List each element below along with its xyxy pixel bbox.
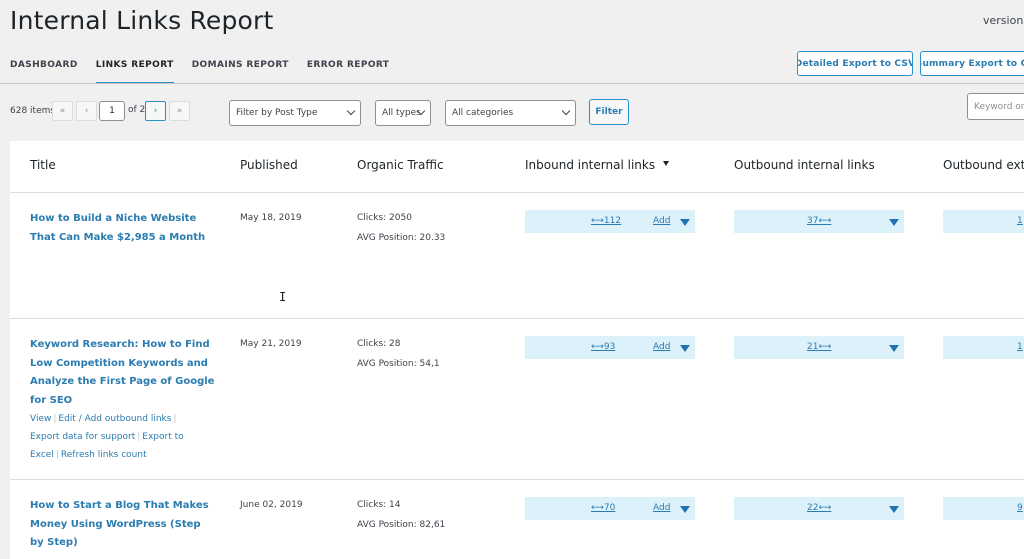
filter-toolbar: 628 items « ‹ 1 of 2 › » Filter by Post … [0, 93, 1024, 129]
export-support-link[interactable]: Export data for support [30, 432, 135, 442]
categories-select[interactable]: All categories [445, 100, 576, 126]
outbound-external-count[interactable]: 1 [1017, 216, 1023, 226]
types-select[interactable]: All types [375, 100, 431, 126]
tabs-divider [0, 83, 1024, 84]
tab-links-report[interactable]: LINKS REPORT [95, 58, 174, 84]
column-outbound-external[interactable]: Outbound exte [943, 158, 1024, 172]
filter-button[interactable]: Filter [589, 99, 629, 125]
table-row: How to Build a Niche Website That Can Ma… [10, 193, 1024, 319]
inbound-links-bar: ⟷93 Add [525, 336, 695, 359]
view-link[interactable]: View [30, 414, 51, 424]
table-header: Title Published Organic Traffic Inbound … [10, 141, 1024, 193]
clicks-value: Clicks: 2050 [357, 213, 412, 223]
column-title[interactable]: Title [30, 158, 56, 172]
page: Internal Links Report version 1. DASHBOA… [0, 0, 1024, 559]
version-label: version 1. [983, 14, 1024, 27]
table-row: Keyword Research: How to Find Low Compet… [10, 319, 1024, 480]
outbound-external-count[interactable]: 9 [1017, 503, 1023, 513]
detailed-export-button[interactable]: Detailed Export to CSV [797, 51, 913, 76]
search-input[interactable]: Keyword or U [967, 93, 1024, 120]
row-actions: View | Edit / Add outbound links | Export d… [30, 410, 205, 464]
items-count: 628 items [10, 106, 56, 116]
published-date: June 02, 2019 [240, 500, 303, 510]
page-title: Internal Links Report [10, 6, 274, 35]
column-outbound-links[interactable]: Outbound internal links [734, 158, 875, 172]
export-to-excel-link[interactable]: Export to [142, 432, 183, 442]
categories-select-value: All categories [452, 108, 514, 118]
inbound-links-bar: ⟷112 Add [525, 210, 695, 233]
clicks-value: Clicks: 28 [357, 339, 401, 349]
links-table: Title Published Organic Traffic Inbound … [10, 141, 1024, 559]
outbound-external-count[interactable]: 1 [1017, 342, 1023, 352]
first-page-button[interactable]: « [52, 101, 73, 121]
post-title-link[interactable]: How to Start a Blog That Makes Money Usi… [30, 497, 215, 553]
next-page-button[interactable]: › [145, 101, 166, 121]
inbound-links-count[interactable]: ⟷93 [591, 342, 615, 352]
column-inbound-links[interactable]: Inbound internal links [525, 158, 670, 172]
post-title-link[interactable]: How to Build a Niche Website That Can Ma… [30, 210, 215, 247]
caret-down-icon[interactable] [680, 219, 690, 226]
outbound-links-bar: 37⟷ [734, 210, 904, 233]
outbound-external-bar: 9 [943, 497, 1024, 520]
last-page-button[interactable]: » [169, 101, 190, 121]
caret-down-icon[interactable] [889, 219, 899, 226]
separator: | [173, 414, 177, 424]
clicks-value: Clicks: 14 [357, 500, 401, 510]
published-date: May 21, 2019 [240, 339, 302, 349]
current-page-input[interactable]: 1 [99, 101, 125, 121]
column-organic-traffic[interactable]: Organic Traffic [357, 158, 444, 172]
outbound-links-count[interactable]: 22⟷ [807, 503, 831, 513]
inbound-links-count[interactable]: ⟷70 [591, 503, 615, 513]
organic-traffic: Clicks: 28 AVG Position: 54,1 [357, 334, 440, 374]
outbound-external-bar: 1 [943, 210, 1024, 233]
outbound-links-count[interactable]: 21⟷ [807, 342, 831, 352]
report-tabs: DASHBOARD LINKS REPORT DOMAINS REPORT ER… [10, 58, 407, 84]
add-inbound-link[interactable]: Add [653, 503, 670, 513]
sort-desc-icon [663, 161, 670, 166]
outbound-links-count[interactable]: 37⟷ [807, 216, 831, 226]
export-to-excel-link-cont[interactable]: Excel [30, 450, 54, 460]
separator: | [55, 450, 59, 460]
outbound-external-bar: 1 [943, 336, 1024, 359]
caret-down-icon[interactable] [889, 506, 899, 513]
summary-export-button[interactable]: Summary Export to CS [920, 51, 1024, 76]
tab-error-report[interactable]: ERROR REPORT [307, 58, 390, 84]
prev-page-button[interactable]: ‹ [76, 101, 97, 121]
add-inbound-link[interactable]: Add [653, 342, 670, 352]
text-cursor-icon: I [279, 290, 287, 304]
organic-traffic: Clicks: 14 AVG Position: 82,61 [357, 495, 445, 535]
outbound-links-bar: 21⟷ [734, 336, 904, 359]
post-type-select-value: Filter by Post Type [236, 108, 318, 118]
chevron-down-icon [346, 106, 356, 116]
tab-dashboard[interactable]: DASHBOARD [10, 58, 78, 84]
column-published[interactable]: Published [240, 158, 298, 172]
separator: | [53, 414, 57, 424]
version-text: version [983, 14, 1024, 27]
total-pages: of 2 [128, 105, 146, 115]
chevron-down-icon [561, 106, 571, 116]
refresh-links-link[interactable]: Refresh links count [61, 450, 147, 460]
outbound-links-bar: 22⟷ [734, 497, 904, 520]
avg-position-value: AVG Position: 54,1 [357, 359, 440, 369]
avg-position-value: AVG Position: 82,61 [357, 520, 446, 530]
avg-position-value: AVG Position: 20.33 [357, 233, 446, 243]
post-title-link[interactable]: Keyword Research: How to Find Low Compet… [30, 336, 215, 410]
caret-down-icon[interactable] [889, 345, 899, 352]
add-inbound-link[interactable]: Add [653, 216, 670, 226]
separator: | [137, 432, 141, 442]
column-inbound-label: Inbound internal links [525, 158, 656, 172]
edit-links-link[interactable]: Edit / Add outbound links [58, 414, 171, 424]
inbound-links-bar: ⟷70 Add [525, 497, 695, 520]
inbound-links-count[interactable]: ⟷112 [591, 216, 621, 226]
caret-down-icon[interactable] [680, 345, 690, 352]
types-select-value: All types [382, 108, 421, 118]
post-type-select[interactable]: Filter by Post Type [229, 100, 361, 126]
table-row: How to Start a Blog That Makes Money Usi… [10, 480, 1024, 559]
organic-traffic: Clicks: 2050 AVG Position: 20.33 [357, 208, 445, 248]
published-date: May 18, 2019 [240, 213, 302, 223]
caret-down-icon[interactable] [680, 506, 690, 513]
tab-domains-report[interactable]: DOMAINS REPORT [192, 58, 289, 84]
